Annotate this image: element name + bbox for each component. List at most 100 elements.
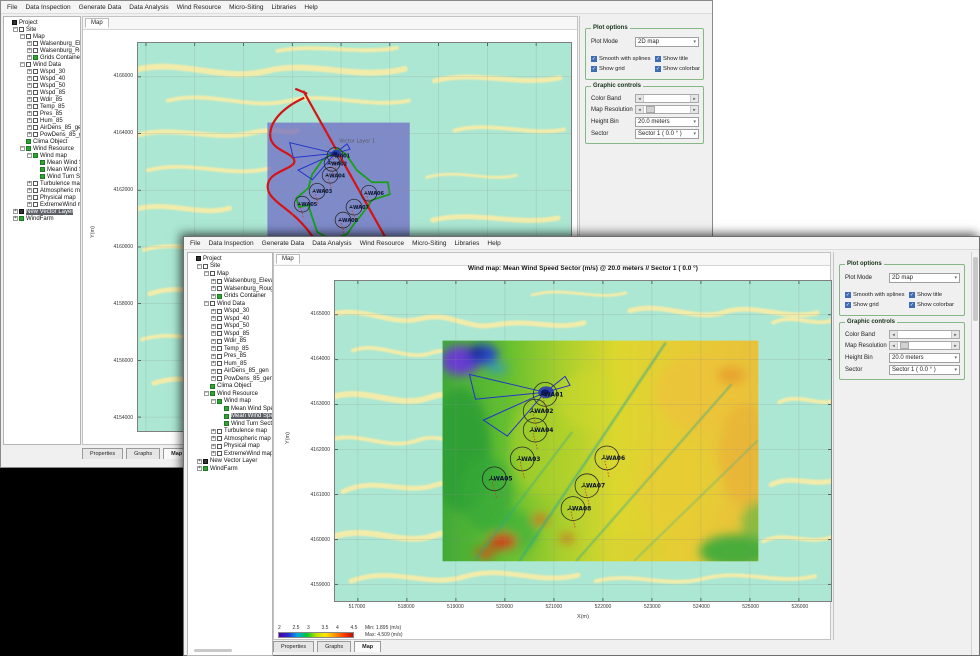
tree-node-icon[interactable] (217, 286, 222, 291)
tree-item-wind-resource[interactable]: −Wind Resource (188, 390, 272, 398)
tree-item-walsenburg-elevationmap[interactable]: +Walsenburg_ElevationMap (188, 278, 272, 286)
expand-icon[interactable]: + (211, 324, 216, 329)
height-bin-select[interactable]: 20.0 meters ▾ (635, 117, 699, 127)
tree-item-wind-data[interactable]: −Wind Data (188, 300, 272, 308)
expand-icon[interactable]: + (27, 69, 32, 74)
expand-icon[interactable]: + (27, 83, 32, 88)
arrow-right-icon[interactable]: ► (951, 331, 959, 338)
tree-item-windfarm[interactable]: +WindFarm (4, 215, 80, 222)
tree-node-icon[interactable] (217, 354, 222, 359)
tree-item-wind-resource[interactable]: −Wind Resource (4, 145, 80, 152)
menu-data-analysis[interactable]: Data Analysis (308, 240, 355, 247)
tree-node-icon[interactable] (33, 188, 38, 193)
tree-item-clima-object[interactable]: Clima Object (4, 138, 80, 145)
tree-node-icon[interactable] (224, 421, 229, 426)
tree-item-temp-85[interactable]: +Temp_85 (4, 103, 80, 110)
expand-icon[interactable]: + (211, 294, 216, 299)
tree-item-project[interactable]: Project (188, 255, 272, 263)
tree-node-icon[interactable] (210, 301, 215, 306)
tree-node-icon[interactable] (217, 399, 222, 404)
slider-track[interactable] (644, 106, 690, 113)
menu-file[interactable]: File (186, 240, 204, 247)
tree-node-icon[interactable] (33, 76, 38, 81)
wind-speed-map-plot[interactable]: WA01WA02WA04WA03WA06WA05WA07WA08 (334, 280, 832, 602)
expand-icon[interactable]: + (27, 48, 32, 53)
expand-icon[interactable]: + (211, 346, 216, 351)
arrow-left-icon[interactable]: ◄ (890, 342, 898, 349)
tree-item-turbulence-map[interactable]: +Turbulence map (188, 428, 272, 436)
slider-thumb[interactable] (900, 342, 909, 349)
tree-node-icon[interactable] (217, 279, 222, 284)
collapse-icon[interactable]: − (20, 62, 25, 67)
menu-wind-resource[interactable]: Wind Resource (356, 240, 408, 247)
tree-item-physical-map[interactable]: +Physical map (4, 194, 80, 201)
tree-node-icon[interactable] (217, 429, 222, 434)
expand-icon[interactable]: + (27, 41, 32, 46)
checkbox-show-grid[interactable]: ✓Show grid (591, 66, 625, 72)
height-bin-select[interactable]: 20.0 meters ▾ (889, 353, 960, 363)
plot-mode-select[interactable]: 2D map ▾ (889, 273, 960, 283)
tree-node-icon[interactable] (33, 104, 38, 109)
tree-node-icon[interactable] (217, 444, 222, 449)
expand-icon[interactable]: + (27, 132, 32, 137)
tree-node-icon[interactable] (217, 294, 222, 299)
tree-node-icon[interactable] (217, 451, 222, 456)
expand-icon[interactable]: + (27, 111, 32, 116)
arrow-left-icon[interactable]: ◄ (636, 95, 644, 102)
expand-icon[interactable]: + (27, 188, 32, 193)
tree-item-wind-turn-sector[interactable]: Wind Turn Sector (188, 420, 272, 428)
arrow-left-icon[interactable]: ◄ (890, 331, 898, 338)
checkbox-show-colorbar[interactable]: ✓Show colorbar (909, 302, 954, 308)
tree-node-icon[interactable] (217, 309, 222, 314)
tree-item-map[interactable]: −Map (4, 33, 80, 40)
expand-icon[interactable]: + (27, 181, 32, 186)
checkbox-show-grid[interactable]: ✓Show grid (845, 302, 879, 308)
menu-data-inspection[interactable]: Data Inspection (21, 4, 74, 11)
color-band-slider[interactable]: ◄ ► (635, 94, 699, 103)
tree-node-icon[interactable] (224, 406, 229, 411)
tree-item-atmospheric-map[interactable]: +Atmospheric map (188, 435, 272, 443)
tree-item-airdens-85-gen[interactable]: +AirDens_85_gen (188, 368, 272, 376)
expand-icon[interactable]: + (211, 451, 216, 456)
tree-node-icon[interactable] (217, 331, 222, 336)
tree-item-windfarm[interactable]: +WindFarm (188, 465, 272, 473)
tree-item-wind-map[interactable]: −Wind map (188, 398, 272, 406)
front-app-window[interactable]: FileData InspectionGenerate DataData Ana… (183, 236, 980, 656)
collapse-icon[interactable]: − (197, 264, 202, 269)
tree-item-grids-container[interactable]: +Grids Container (4, 54, 80, 61)
project-tree[interactable]: Project−Site−Map+Walsenburg_ElevationMap… (3, 16, 81, 445)
color-band-slider[interactable]: ◄ ► (889, 330, 960, 339)
tree-node-icon[interactable] (33, 111, 38, 116)
tree-item-mean-wind-speed-sec[interactable]: Mean Wind Speed Sec (188, 413, 272, 421)
tree-node-icon[interactable] (19, 209, 24, 214)
menu-libraries[interactable]: Libraries (267, 4, 300, 11)
checkbox-checked-icon[interactable]: ✓ (591, 66, 597, 72)
expand-icon[interactable]: + (211, 376, 216, 381)
tree-node-icon[interactable] (33, 69, 38, 74)
tree-item-airdens-85-gen[interactable]: +AirDens_85_gen (4, 124, 80, 131)
tree-item-temp-85[interactable]: +Temp_85 (188, 345, 272, 353)
expand-icon[interactable]: + (211, 279, 216, 284)
tree-item-wdir-85[interactable]: +Wdir_85 (188, 338, 272, 346)
tree-item-mean-wind-speed-sec[interactable]: Mean Wind Speed Sec (4, 166, 80, 173)
expand-icon[interactable]: + (27, 90, 32, 95)
project-tree[interactable]: Project−Site−Map+Walsenburg_ElevationMap… (187, 252, 273, 656)
tree-node-icon[interactable] (26, 139, 31, 144)
arrow-left-icon[interactable]: ◄ (636, 106, 644, 113)
checkbox-smooth-with-splines[interactable]: ✓Smooth with splines (591, 56, 651, 62)
tree-node-icon[interactable] (33, 118, 38, 123)
tab-map[interactable]: Map (354, 641, 381, 652)
tree-item-wspd-30[interactable]: +Wspd_30 (188, 308, 272, 316)
collapse-icon[interactable]: − (211, 399, 216, 404)
tree-item-powdens-85-gen[interactable]: +PowDens_85_gen (188, 375, 272, 383)
tab-map-document[interactable]: Map (85, 18, 109, 28)
expand-icon[interactable]: + (211, 316, 216, 321)
checkbox-checked-icon[interactable]: ✓ (845, 302, 851, 308)
tree-node-icon[interactable] (210, 384, 215, 389)
arrow-right-icon[interactable]: ► (690, 106, 698, 113)
expand-icon[interactable]: + (211, 429, 216, 434)
tree-node-icon[interactable] (33, 202, 38, 207)
tree-node-icon[interactable] (196, 256, 201, 261)
tree-item-turbulence-map[interactable]: +Turbulence map (4, 180, 80, 187)
tree-node-icon[interactable] (217, 339, 222, 344)
